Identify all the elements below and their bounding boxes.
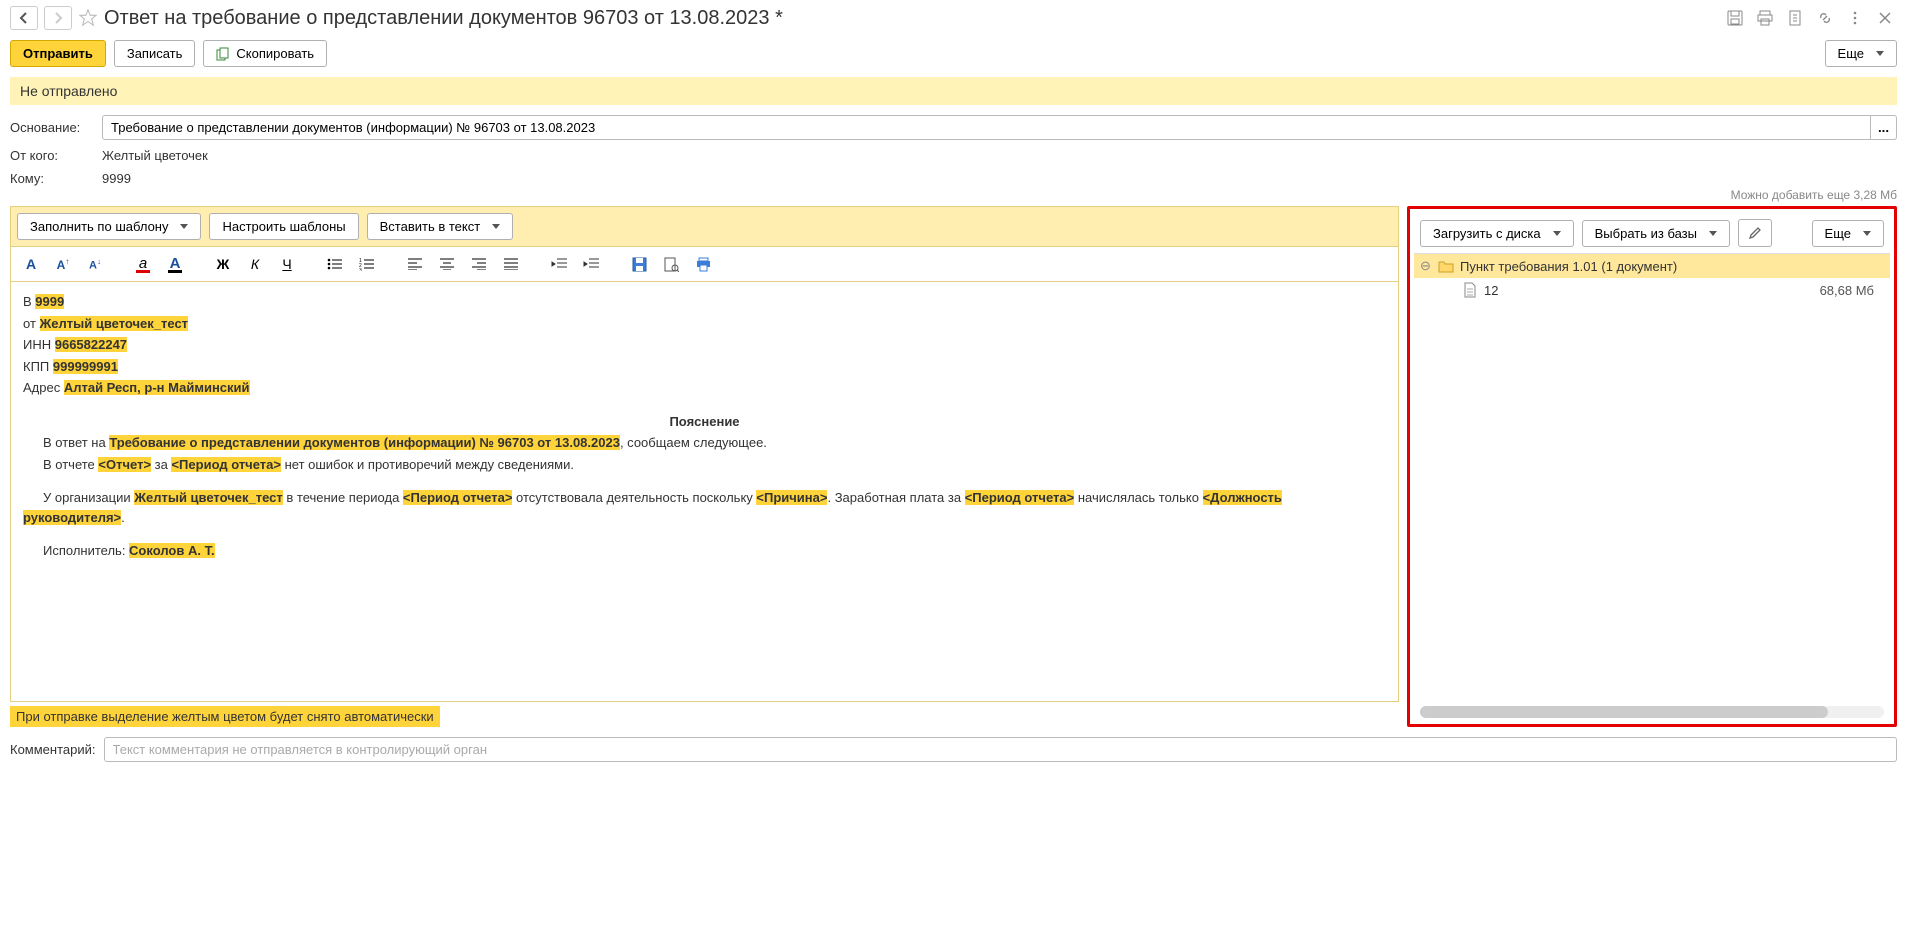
from-value: Желтый цветочек xyxy=(102,148,208,163)
select-from-base-button[interactable]: Выбрать из базы xyxy=(1582,220,1730,247)
basis-label: Основание: xyxy=(10,120,94,135)
comment-label: Комментарий: xyxy=(10,742,96,757)
folder-icon xyxy=(1438,258,1454,274)
basis-input[interactable] xyxy=(102,115,1871,140)
copy-icon xyxy=(216,47,230,61)
nav-back-button[interactable] xyxy=(10,6,38,30)
font-decrease-icon[interactable]: A↑ xyxy=(49,251,77,277)
bullet-list-icon[interactable] xyxy=(321,251,349,277)
favorite-star-icon[interactable] xyxy=(78,8,98,28)
tree-folder-label: Пункт требования 1.01 (1 документ) xyxy=(1460,259,1884,274)
close-icon-button[interactable] xyxy=(1873,6,1897,30)
to-value: 9999 xyxy=(102,171,131,186)
status-bar: Не отправлено xyxy=(10,77,1897,105)
from-label: От кого: xyxy=(10,148,94,163)
copy-button[interactable]: Скопировать xyxy=(203,40,327,67)
attachments-scrollbar[interactable] xyxy=(1420,706,1884,718)
preview-icon[interactable] xyxy=(657,251,685,277)
save-editor-icon[interactable] xyxy=(625,251,653,277)
save-icon-button[interactable] xyxy=(1723,6,1747,30)
pencil-icon xyxy=(1748,226,1762,240)
attachments-tree: ⊖ Пункт требования 1.01 (1 документ) 12 … xyxy=(1414,253,1890,702)
arrow-right-icon xyxy=(52,12,64,24)
indent-icon[interactable] xyxy=(577,251,605,277)
editor-body[interactable]: В 9999 от Желтый цветочек_тест ИНН 96658… xyxy=(10,282,1399,702)
send-button[interactable]: Отправить xyxy=(10,40,106,67)
print-icon-button[interactable] xyxy=(1753,6,1777,30)
svg-text:3: 3 xyxy=(359,268,362,271)
document-icon-button[interactable] xyxy=(1783,6,1807,30)
load-from-disk-button[interactable]: Загрузить с диска xyxy=(1420,220,1574,247)
attachments-panel: Загрузить с диска Выбрать из базы Еще ⊖ … xyxy=(1407,206,1897,727)
attachment-size-hint: Можно добавить еще 3,28 Мб xyxy=(10,188,1897,202)
comment-input[interactable] xyxy=(104,737,1898,762)
attachments-more-button[interactable]: Еще xyxy=(1812,220,1884,247)
edit-attachment-button[interactable] xyxy=(1738,219,1772,247)
tree-file-row[interactable]: 12 68,68 Мб xyxy=(1414,278,1890,302)
file-icon xyxy=(1462,282,1478,298)
italic-icon[interactable]: К xyxy=(241,251,269,277)
link-icon-button[interactable] xyxy=(1813,6,1837,30)
more-actions-button[interactable]: Еще xyxy=(1825,40,1897,67)
tree-folder-row[interactable]: ⊖ Пункт требования 1.01 (1 документ) xyxy=(1414,254,1890,278)
font-increase-icon[interactable]: A xyxy=(17,251,45,277)
align-justify-icon[interactable] xyxy=(497,251,525,277)
basis-lookup-button[interactable]: ... xyxy=(1871,115,1897,140)
editor-template-toolbar: Заполнить по шаблону Настроить шаблоны В… xyxy=(10,206,1399,247)
font-size-icon[interactable]: A↓ xyxy=(81,251,109,277)
fill-template-button[interactable]: Заполнить по шаблону xyxy=(17,213,201,240)
font-color-icon[interactable]: A xyxy=(161,251,189,277)
numbered-list-icon[interactable]: 123 xyxy=(353,251,381,277)
underline-icon[interactable]: Ч xyxy=(273,251,301,277)
to-label: Кому: xyxy=(10,171,94,186)
page-title: Ответ на требование о представлении доку… xyxy=(104,7,1717,30)
save-button[interactable]: Записать xyxy=(114,40,196,67)
align-left-icon[interactable] xyxy=(401,251,429,277)
highlight-color-icon[interactable]: a xyxy=(129,251,157,277)
editor-heading: Пояснение xyxy=(23,412,1386,432)
print-editor-icon[interactable] xyxy=(689,251,717,277)
align-right-icon[interactable] xyxy=(465,251,493,277)
copy-label: Скопировать xyxy=(236,46,314,61)
editor-format-toolbar: A A↑ A↓ a A Ж К Ч 123 xyxy=(10,247,1399,282)
nav-forward-button[interactable] xyxy=(44,6,72,30)
tree-collapse-icon[interactable]: ⊖ xyxy=(1420,258,1432,274)
align-center-icon[interactable] xyxy=(433,251,461,277)
insert-text-button[interactable]: Вставить в текст xyxy=(367,213,514,240)
highlight-removal-notice: При отправке выделение желтым цветом буд… xyxy=(10,706,440,727)
tree-file-name: 12 xyxy=(1484,283,1814,298)
more-menu-icon[interactable] xyxy=(1843,6,1867,30)
tree-file-size: 68,68 Мб xyxy=(1820,283,1884,298)
bold-icon[interactable]: Ж xyxy=(209,251,237,277)
arrow-left-icon xyxy=(18,12,30,24)
outdent-icon[interactable] xyxy=(545,251,573,277)
configure-templates-button[interactable]: Настроить шаблоны xyxy=(209,213,358,240)
